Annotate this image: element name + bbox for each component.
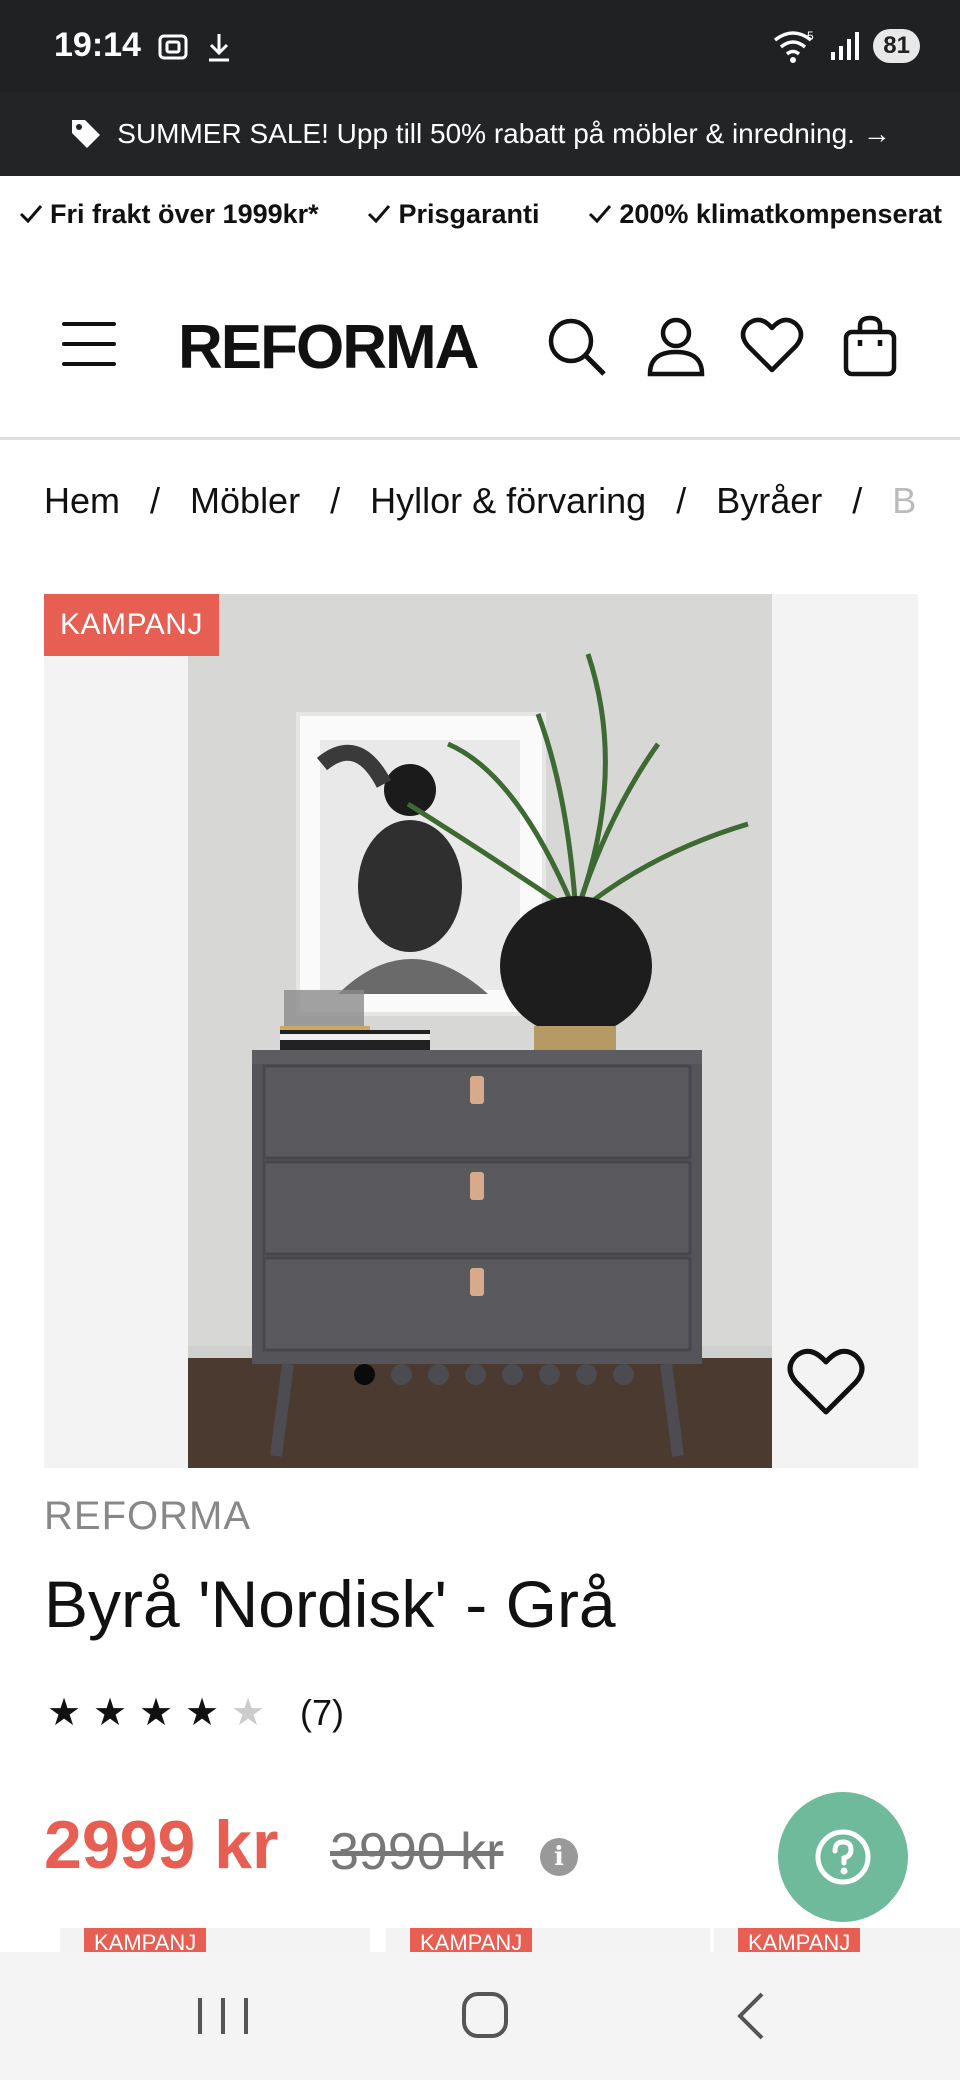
star-empty-icon: ★ — [230, 1692, 266, 1734]
svg-text:5: 5 — [807, 29, 814, 43]
system-nav-bar — [0, 1952, 960, 2080]
campaign-badge: KAMPANJ — [410, 1928, 533, 1952]
pagination-dot[interactable] — [613, 1364, 634, 1385]
promo-text: SUMMER SALE! Upp till 50% rabatt på möbl… — [117, 118, 891, 149]
status-bar: 19:14 5 81 — [0, 0, 960, 92]
product-gallery[interactable]: KAMPANJ — [44, 594, 918, 1468]
check-icon — [589, 205, 612, 224]
image-pagination[interactable] — [354, 1364, 634, 1385]
related-product-card[interactable]: KAMPANJ — [60, 1928, 370, 1952]
usp-item: Prisgaranti — [366, 199, 540, 230]
help-icon — [815, 1829, 871, 1885]
wifi-icon: 5 — [774, 29, 814, 63]
breadcrumb-item[interactable]: B — [892, 480, 916, 522]
wishlist-heart-icon[interactable] — [786, 1346, 866, 1418]
breadcrumb-item[interactable]: Hyllor & förvaring — [370, 480, 646, 522]
pagination-dot[interactable] — [539, 1364, 560, 1385]
campaign-badge: KAMPANJ — [738, 1928, 861, 1952]
campaign-badge: KAMPANJ — [44, 594, 219, 656]
menu-icon[interactable] — [62, 322, 116, 366]
status-time: 19:14 — [54, 26, 141, 64]
star-icon: ★ — [46, 1692, 82, 1734]
usp-row: Fri frakt över 1999kr* Prisgaranti 200% … — [0, 176, 960, 252]
product-rating[interactable]: ★ ★ ★ ★ ★ (7) — [44, 1690, 344, 1735]
usp-item: Fri frakt över 1999kr* — [18, 199, 319, 230]
product-title: Byrå 'Nordisk' - Grå — [44, 1567, 616, 1641]
home-icon[interactable] — [450, 1986, 520, 2046]
pagination-dot[interactable] — [354, 1364, 375, 1385]
cart-icon[interactable] — [838, 314, 902, 378]
breadcrumb-item[interactable]: Hem — [44, 480, 120, 522]
related-product-card[interactable]: KAMPANJ — [714, 1928, 960, 1952]
pagination-dot[interactable] — [391, 1364, 412, 1385]
user-icon[interactable] — [644, 314, 708, 378]
pagination-dot[interactable] — [502, 1364, 523, 1385]
check-icon — [368, 205, 391, 224]
tag-icon — [72, 120, 101, 148]
product-old-price: 3990 kr — [330, 1823, 504, 1881]
download-icon — [209, 34, 229, 62]
product-photo — [188, 594, 772, 1468]
back-icon[interactable] — [718, 1986, 788, 2046]
star-icon: ★ — [138, 1692, 174, 1734]
star-icon: ★ — [92, 1692, 128, 1734]
breadcrumb-item[interactable]: Byråer — [716, 480, 822, 522]
product-brand[interactable]: REFORMA — [44, 1494, 251, 1539]
star-icon: ★ — [184, 1692, 220, 1734]
product-image[interactable] — [188, 594, 772, 1468]
info-icon[interactable]: i — [540, 1838, 578, 1876]
help-button[interactable] — [778, 1792, 908, 1922]
product-price: 2999 kr — [44, 1807, 279, 1883]
battery-indicator: 81 — [873, 29, 920, 63]
check-icon — [19, 205, 43, 224]
review-count[interactable]: (7) — [300, 1692, 344, 1734]
pagination-dot[interactable] — [576, 1364, 597, 1385]
pagination-dot[interactable] — [428, 1364, 449, 1385]
breadcrumb-item[interactable]: Möbler — [190, 480, 300, 522]
promo-banner[interactable]: SUMMER SALE! Upp till 50% rabatt på möbl… — [0, 92, 960, 176]
heart-icon[interactable] — [740, 314, 804, 378]
pagination-dot[interactable] — [465, 1364, 486, 1385]
screenshot-icon — [158, 34, 188, 60]
campaign-badge: KAMPANJ — [84, 1928, 207, 1952]
usp-item: 200% klimatkompenserat — [587, 199, 942, 230]
site-logo[interactable]: REFORMA — [178, 312, 479, 383]
search-icon[interactable] — [544, 314, 608, 378]
related-product-card[interactable]: KAMPANJ — [386, 1928, 710, 1952]
signal-icon — [831, 32, 860, 60]
site-header: REFORMA — [0, 252, 960, 440]
breadcrumb: Hem / Möbler / Hyllor & förvaring / Byråer /… — [44, 480, 917, 522]
recents-icon[interactable] — [188, 1986, 258, 2046]
